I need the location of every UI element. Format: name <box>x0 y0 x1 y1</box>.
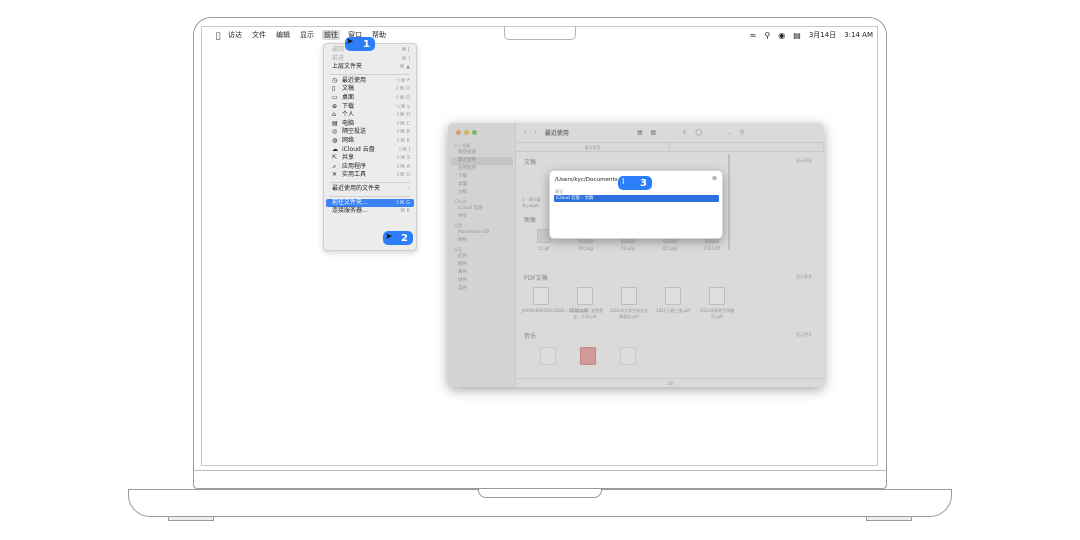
go-menu-item[interactable]: ▯ 文稿 ⇧⌘ O <box>326 85 414 94</box>
user-icon[interactable]: ◉ <box>778 31 785 40</box>
mouse-pointer-icon: ➤ <box>346 37 354 47</box>
apps-icon: ⩘ <box>332 162 336 170</box>
menu-item-label: 连接服务器... <box>332 207 368 215</box>
menu-shortcut: ⇧⌘ I <box>397 146 410 153</box>
finder-window: 个人收藏 隔空投送 最近使用 应用程序 下载 桌面 文稿 iCloud iCloud 云盘 共享位… <box>448 123 824 387</box>
clear-icon[interactable]: ⊗ <box>712 175 717 182</box>
laptop-opening-notch <box>478 489 602 498</box>
menu-shortcut: ⇧⌘ O <box>395 86 410 93</box>
menu-item-label: 桌面 <box>342 93 355 101</box>
menu-shortcut: ⇧⌘ S <box>396 155 410 162</box>
clock-time[interactable]: 3:14 AM <box>844 31 873 39</box>
menu-shortcut: ⌘ K <box>400 208 410 215</box>
menu-shortcut: ⌘ ▲ <box>399 64 410 71</box>
menu-item-label: 上层文件夹 <box>332 63 363 71</box>
menu-shortcut: ⇧⌘ K <box>395 137 410 144</box>
go-menu-item[interactable]: ⊕ 下载 ⌥⌘ L <box>326 103 414 112</box>
control-center-icon[interactable]: ▤ <box>793 31 801 40</box>
menu-item-label: 个人 <box>342 111 355 119</box>
menu-shortcut: ⌘ [ <box>401 47 410 53</box>
menu-shortcut: ⌥⌘ L <box>394 103 410 110</box>
menu-view[interactable]: 显示 <box>300 30 314 40</box>
menu-file[interactable]: 文件 <box>252 30 266 40</box>
laptop-foot-right <box>866 517 912 521</box>
menu-shortcut: ⇧⌘ G <box>395 199 410 206</box>
menu-shortcut: ⇧⌘ D <box>395 94 410 101</box>
menu-edit[interactable]: 编辑 <box>276 30 290 40</box>
cloud-icon: ☁ <box>332 145 338 153</box>
menu-go[interactable]: 前往 <box>322 30 340 40</box>
menu-shortcut: ⇧⌘ U <box>395 172 410 179</box>
mouse-pointer-icon: ➤ <box>385 232 393 242</box>
menu-shortcut: ⇧⌘ A <box>395 163 410 170</box>
menu-item-label: 文稿 <box>342 85 355 93</box>
go-menu-item[interactable]: ✕ 实用工具 ⇧⌘ U <box>326 171 414 180</box>
clock-date[interactable]: 3月14日 <box>809 30 836 40</box>
go-menu-item[interactable]: ▭ 桌面 ⇧⌘ D <box>326 94 414 103</box>
menu-item-label: 前进 <box>332 54 345 62</box>
go-menu-item[interactable]: ▤ 电脑 ⇧⌘ C <box>326 120 414 129</box>
screen-bezel-line <box>193 470 887 471</box>
network-icon: ◍ <box>332 136 338 144</box>
folder-path-input[interactable]: /Users/kyc/Documents <box>555 177 618 183</box>
menu-separator <box>330 181 410 183</box>
apple-menu-icon[interactable]:  <box>208 31 228 40</box>
mac-screen:  访达 文件 编辑 显示 前往 窗口 帮助 ≈ ⚲ ◉ ▤ 3月14日 3:1… <box>201 26 878 466</box>
airdrop-icon: ◎ <box>332 128 338 136</box>
menu-item-label: 最近使用的文件夹 <box>332 184 381 192</box>
home-icon: ⌂ <box>332 111 336 119</box>
screenshot-stage:  访达 文件 编辑 显示 前往 窗口 帮助 ≈ ⚲ ◉ ▤ 3月14日 3:1… <box>0 0 1080 540</box>
menu-separator <box>330 73 410 75</box>
laptop-foot-left <box>168 517 214 521</box>
go-menu-item[interactable]: 前往文件夹... ⇧⌘ G <box>326 198 414 208</box>
menu-shortcut: ⇧⌘ C <box>395 120 410 127</box>
wifi-icon[interactable]: ≈ <box>750 31 757 40</box>
go-menu-item[interactable]: 最近使用的文件夹 › <box>326 185 414 194</box>
menu-item-label: 实用工具 <box>342 171 367 179</box>
go-menu-item[interactable]: ◍ 网络 ⇧⌘ K <box>326 137 414 146</box>
menu-separator <box>330 195 410 197</box>
path-suggestion[interactable]: iCloud 云盘 › 文稿 <box>554 195 719 202</box>
go-menu-item[interactable]: 前进 ⌘ ] <box>326 55 414 64</box>
go-menu-item[interactable]: ⌂ 个人 ⇧⌘ H <box>326 111 414 120</box>
menu-finder[interactable]: 访达 <box>228 30 242 40</box>
menu-item-label: iCloud 云盘 <box>342 145 375 153</box>
go-menu-item[interactable]: ◷ 最近使用 ⇧⌘ F <box>326 77 414 86</box>
download-icon: ⊕ <box>332 102 338 110</box>
menu-item-label: 共享 <box>342 154 355 162</box>
computer-icon: ▤ <box>332 119 338 127</box>
go-menu: 返回 ⌘ [前进 ⌘ ] 上层文件夹 ⌘ ▲ ◷ 最近使用 ⇧⌘ F ▯ 文稿 ⇧⌘ O ▭ 桌面 ⇧⌘ … <box>323 43 417 251</box>
menu-shortcut: ⇧⌘ F <box>396 77 410 84</box>
go-menu-item[interactable]: 上层文件夹 ⌘ ▲ <box>326 63 414 72</box>
menu-item-label: 下载 <box>342 102 355 110</box>
desktop-icon: ▭ <box>332 93 338 101</box>
go-menu-item[interactable]: ☁ iCloud 云盘 ⇧⌘ I <box>326 146 414 155</box>
menu-item-label: 前往文件夹... <box>332 198 368 206</box>
go-menu-item[interactable]: ⩘ 应用程序 ⇧⌘ A <box>326 163 414 172</box>
menu-shortcut: ⇧⌘ R <box>395 129 410 136</box>
clock-icon: ◷ <box>332 76 338 84</box>
menu-shortcut: ⇧⌘ H <box>395 112 410 119</box>
tools-icon: ✕ <box>332 171 338 179</box>
shared-icon: ⇱ <box>332 154 338 162</box>
go-menu-item[interactable]: ⇱ 共享 ⇧⌘ S <box>326 154 414 163</box>
modal-dim-overlay <box>448 123 824 387</box>
menu-shortcut: ⌘ ] <box>401 55 410 62</box>
menu-item-label: 网络 <box>342 136 355 144</box>
menu-shortcut: › <box>408 185 410 192</box>
go-menu-item[interactable]: ◎ 隔空投送 ⇧⌘ R <box>326 128 414 137</box>
search-icon[interactable]: ⚲ <box>764 31 770 40</box>
menu-bar:  访达 文件 编辑 显示 前往 窗口 帮助 ≈ ⚲ ◉ ▤ 3月14日 3:1… <box>202 27 877 43</box>
status-area: ≈ ⚲ ◉ ▤ 3月14日 3:14 AM <box>750 27 873 43</box>
document-icon: ▯ <box>332 85 336 93</box>
text-cursor-icon: I <box>622 177 625 186</box>
go-menu-item[interactable]: 连接服务器... ⌘ K <box>326 207 414 216</box>
menu-item-label: 隔空投送 <box>342 128 367 136</box>
